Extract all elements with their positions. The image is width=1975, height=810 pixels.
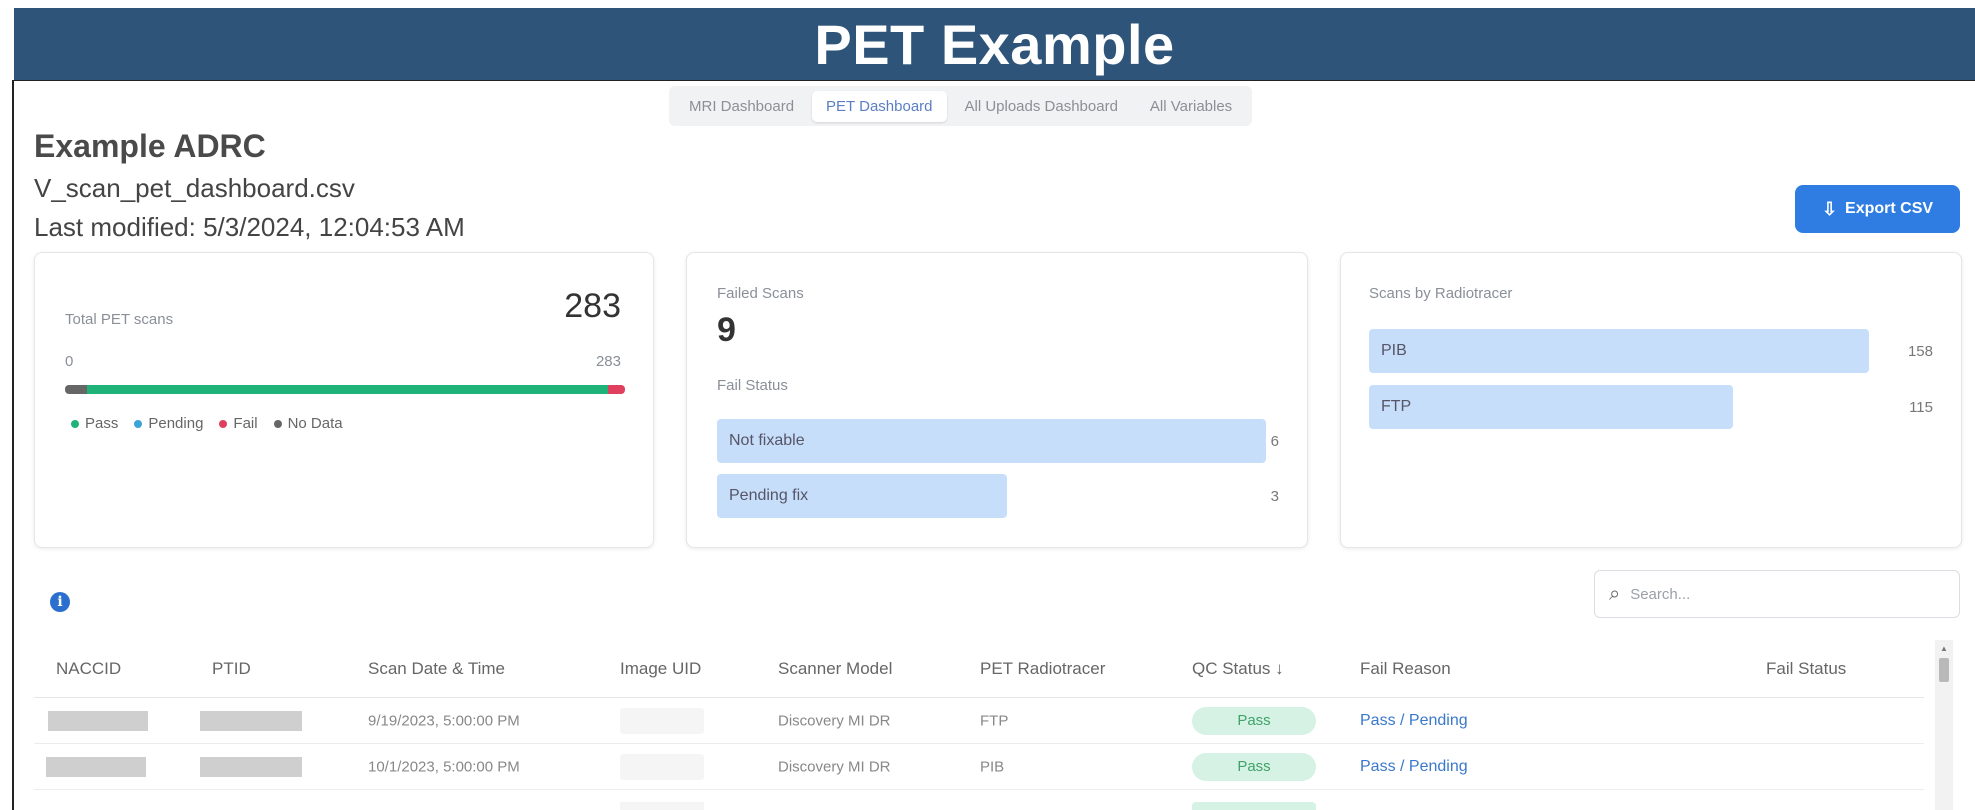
table-row[interactable]: 10/1/2023, 5:00:00 PM Discovery MI DR PI…: [34, 744, 1924, 790]
scan-date-cell: 10/1/2023, 5:00:00 PM: [368, 758, 520, 775]
bar-pib-value: 158: [1907, 343, 1933, 360]
legend-label: Pending: [148, 415, 204, 432]
legend-dot-icon: [134, 420, 143, 429]
legend-item-fail[interactable]: Fail: [219, 415, 258, 432]
legend-dot-icon: [219, 420, 228, 429]
legend-dot-icon: [273, 420, 282, 429]
tracer-cell: FTP: [980, 712, 1009, 729]
failed-scans-card: Failed Scans 9 Fail Status Not fixable 6…: [686, 252, 1308, 548]
export-csv-button[interactable]: ⇩ Export CSV: [1795, 185, 1960, 233]
legend-label: Pass: [85, 415, 119, 432]
search-input[interactable]: [1630, 585, 1911, 603]
redacted-ptid: [200, 710, 302, 731]
col-fail-status[interactable]: Fail Status: [1766, 659, 1846, 679]
legend-label: No Data: [287, 415, 343, 432]
table-row[interactable]: 9/19/2023, 5:00:00 PM Discovery MI DR FT…: [34, 698, 1924, 744]
image-uid-cell: [620, 753, 704, 780]
bar-ftp[interactable]: FTP: [1369, 385, 1733, 429]
page-title: Example ADRC: [34, 128, 266, 164]
total-scans-card: Total PET scans 283 0 283 Pass Pending Fai…: [34, 252, 654, 548]
search-box: ⌕: [1594, 570, 1960, 618]
legend-item-pending[interactable]: Pending: [134, 415, 203, 432]
col-image-uid[interactable]: Image UID: [620, 659, 701, 679]
col-fail-reason[interactable]: Fail Reason: [1360, 659, 1451, 679]
search-icon: ⌕: [1609, 582, 1621, 605]
scans-table: NACCID PTID Scan Date & Time Image UID S…: [34, 640, 1924, 790]
radiotracer-card: Scans by Radiotracer PIB 158 FTP 115: [1340, 252, 1962, 548]
bar-not-fixable-value: 6: [1270, 433, 1279, 450]
file-name: V_scan_pet_dashboard.csv: [34, 173, 355, 203]
col-naccid[interactable]: NACCID: [56, 659, 121, 679]
legend-label: Fail: [233, 415, 258, 432]
col-qc-status[interactable]: QC Status ↓: [1192, 659, 1284, 679]
banner-title: PET Example: [814, 12, 1175, 76]
tab-mri-dashboard[interactable]: MRI Dashboard: [675, 91, 808, 122]
bar-pending-fix-value: 3: [1270, 488, 1279, 505]
progress-segment-no-data: [65, 385, 88, 394]
qc-status-badge: Pass: [1192, 752, 1316, 781]
table-row-partial: [34, 800, 1924, 810]
total-scans-value: 283: [564, 287, 621, 325]
tab-all-variables[interactable]: All Variables: [1136, 91, 1246, 122]
radiotracer-label: Scans by Radiotracer: [1369, 285, 1513, 302]
bar-pib[interactable]: PIB: [1369, 329, 1869, 373]
redacted-ptid: [200, 756, 302, 777]
progress-segment-pass: [87, 385, 609, 394]
progress-segment-fail: [608, 385, 625, 394]
scan-date-cell: 9/19/2023, 5:00:00 PM: [368, 712, 520, 729]
col-ptid[interactable]: PTID: [212, 659, 251, 679]
redacted-naccid: [46, 756, 146, 777]
range-max: 283: [595, 353, 621, 370]
qc-progress-bar: [65, 385, 625, 394]
export-icon: ⇩: [1821, 198, 1838, 219]
legend-item-no-data[interactable]: No Data: [273, 415, 343, 432]
fail-status-label: Fail Status: [717, 377, 788, 394]
col-scanner-model[interactable]: Scanner Model: [778, 659, 892, 679]
table-header: NACCID PTID Scan Date & Time Image UID S…: [34, 640, 1924, 698]
failed-scans-value: 9: [717, 311, 736, 349]
legend-dot-icon: [71, 420, 79, 429]
qc-legend: Pass Pending Fail No Data: [71, 415, 343, 432]
image-uid-cell: [620, 802, 704, 810]
range-min: 0: [65, 353, 74, 370]
bar-ftp-value: 115: [1909, 399, 1933, 416]
legend-item-pass[interactable]: Pass: [71, 415, 118, 432]
redacted-naccid: [48, 710, 148, 731]
bar-pending-fix[interactable]: Pending fix: [717, 474, 1007, 518]
info-icon[interactable]: i: [50, 592, 70, 612]
col-pet-radiotracer[interactable]: PET Radiotracer: [980, 659, 1105, 679]
tab-all-uploads-dashboard[interactable]: All Uploads Dashboard: [951, 91, 1132, 122]
fail-reason-link[interactable]: Pass / Pending: [1360, 712, 1468, 730]
tracer-cell: PIB: [980, 758, 1005, 775]
bar-not-fixable[interactable]: Not fixable: [717, 419, 1266, 463]
failed-scans-label: Failed Scans: [717, 285, 804, 302]
scanner-cell: Discovery MI DR: [778, 712, 891, 729]
table-scrollbar[interactable]: ▲: [1935, 640, 1953, 810]
col-scan-date[interactable]: Scan Date & Time: [368, 659, 505, 679]
qc-status-badge: Pass: [1192, 706, 1316, 735]
title-banner: PET Example: [14, 8, 1975, 80]
tab-pet-dashboard[interactable]: PET Dashboard: [812, 90, 947, 122]
image-uid-cell: [620, 707, 704, 734]
qc-status-badge: [1192, 802, 1316, 810]
fail-reason-link[interactable]: Pass / Pending: [1360, 758, 1468, 776]
scroll-up-icon[interactable]: ▲: [1940, 644, 1948, 653]
dashboard-tabs: MRI Dashboard PET Dashboard All Uploads …: [669, 86, 1253, 126]
last-modified: Last modified: 5/3/2024, 12:04:53 AM: [34, 212, 465, 242]
scanner-cell: Discovery MI DR: [778, 758, 891, 775]
export-csv-label: Export CSV: [1845, 200, 1934, 217]
scrollbar-thumb[interactable]: [1939, 658, 1949, 682]
total-scans-label: Total PET scans: [65, 311, 174, 328]
